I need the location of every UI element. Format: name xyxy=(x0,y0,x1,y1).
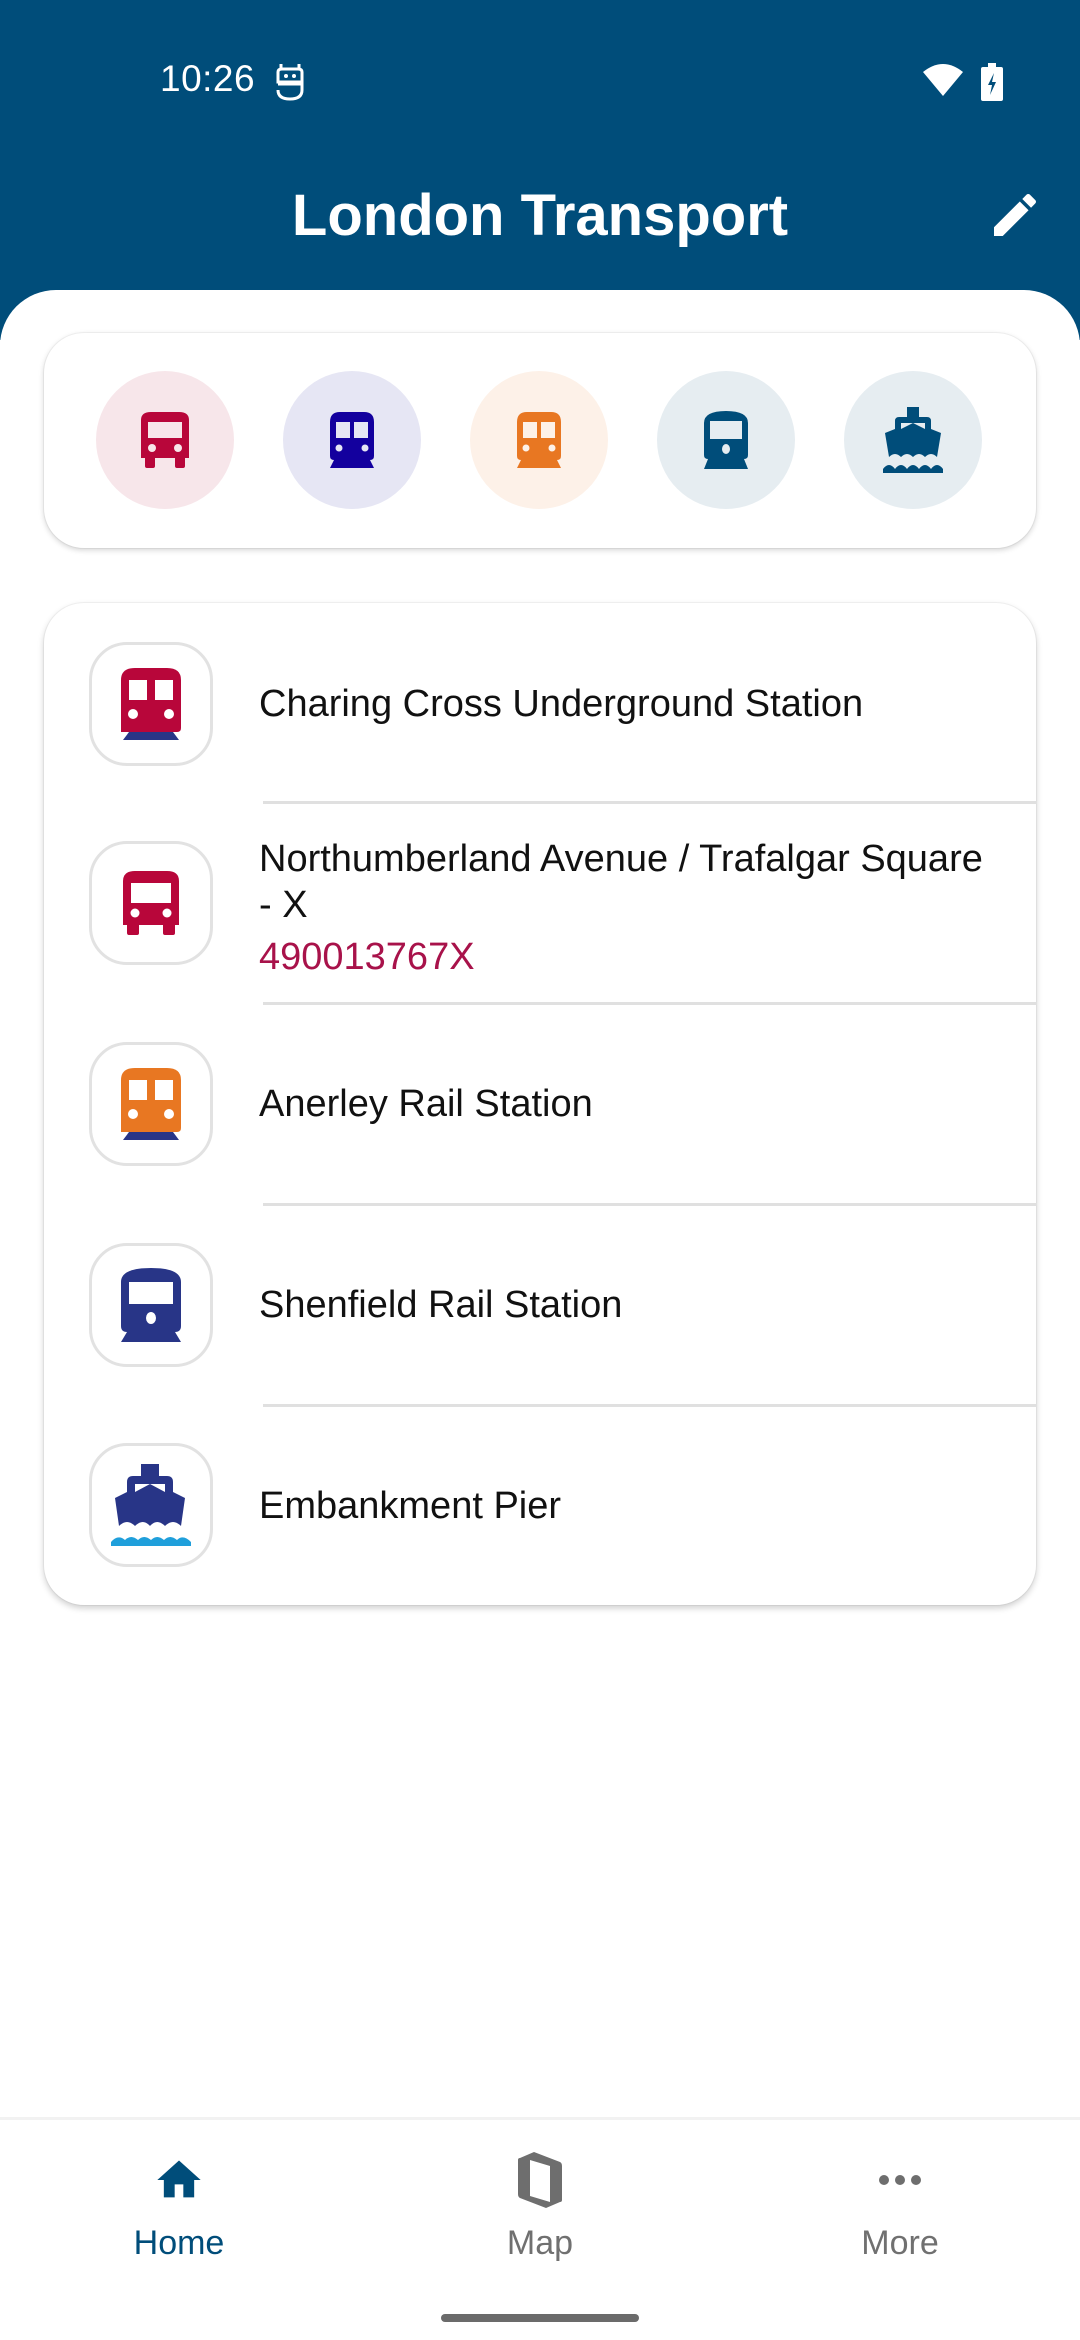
mode-river-button[interactable] xyxy=(844,371,982,509)
favourite-icon-box xyxy=(89,841,213,965)
nav-more[interactable]: More xyxy=(800,2150,1000,2290)
nav-map-label: Map xyxy=(506,2224,574,2262)
transport-mode-card xyxy=(44,333,1036,548)
mode-underground-button[interactable] xyxy=(283,371,421,509)
favourite-icon-box xyxy=(89,1443,213,1567)
pencil-icon xyxy=(994,193,1037,236)
mode-rail-button[interactable] xyxy=(657,371,795,509)
favourite-row[interactable]: Charing Cross Underground Station xyxy=(44,603,1036,803)
bus-stop-icon xyxy=(123,871,179,935)
favourite-icon-box xyxy=(89,1042,213,1166)
edit-button[interactable] xyxy=(980,180,1050,250)
rail-station-icon xyxy=(121,1268,181,1342)
overground-train-icon xyxy=(517,412,561,468)
overground-station-icon xyxy=(121,1068,181,1140)
battery-charging-icon xyxy=(981,63,1003,101)
more-horizontal-icon xyxy=(870,2150,930,2210)
app-header: 10:26 London Transport xyxy=(0,0,1080,340)
wifi-icon xyxy=(923,64,963,96)
ferry-icon xyxy=(883,407,943,473)
home-icon xyxy=(149,2150,209,2210)
nav-home-label: Home xyxy=(133,2224,225,2262)
status-time: 10:26 xyxy=(160,58,256,99)
page-title: London Transport xyxy=(291,183,789,248)
mode-overground-button[interactable] xyxy=(470,371,608,509)
favourite-title: Shenfield Rail Station xyxy=(259,1284,623,1326)
mode-bus-button[interactable] xyxy=(96,371,234,509)
favourite-title: Embankment Pier xyxy=(259,1485,562,1527)
rail-train-icon xyxy=(704,411,748,469)
favourite-icon-box xyxy=(89,642,213,766)
favourite-title: Anerley Rail Station xyxy=(259,1083,593,1125)
pier-icon xyxy=(111,1464,191,1546)
bottom-navigation: Home Map More xyxy=(0,2117,1080,2340)
nav-map[interactable]: Map xyxy=(440,2150,640,2290)
bus-icon xyxy=(141,412,189,468)
favourite-row[interactable]: Northumberland Avenue / Trafalgar Square… xyxy=(44,804,1036,1004)
favourite-row[interactable]: Shenfield Rail Station xyxy=(44,1206,1036,1406)
favourite-row[interactable]: Anerley Rail Station xyxy=(44,1005,1036,1205)
map-icon xyxy=(510,2150,570,2210)
underground-station-icon xyxy=(121,668,181,740)
favourite-title: Northumberland Avenue / Trafalgar Square… xyxy=(259,838,983,926)
favourite-title: Charing Cross Underground Station xyxy=(259,683,864,725)
nav-home[interactable]: Home xyxy=(79,2150,279,2290)
nav-more-label: More xyxy=(861,2224,939,2262)
gesture-handle[interactable] xyxy=(441,2314,639,2322)
favourite-row[interactable]: Embankment Pier xyxy=(44,1407,1036,1607)
favourite-title-block: Northumberland Avenue / Trafalgar Square… xyxy=(259,836,996,980)
favourite-icon-box xyxy=(89,1243,213,1367)
stop-code: 490013767X xyxy=(259,936,475,978)
notification-app-icon xyxy=(276,64,304,101)
favourites-card: Charing Cross Underground Station Northu… xyxy=(44,603,1037,1607)
tube-train-icon xyxy=(330,412,374,468)
